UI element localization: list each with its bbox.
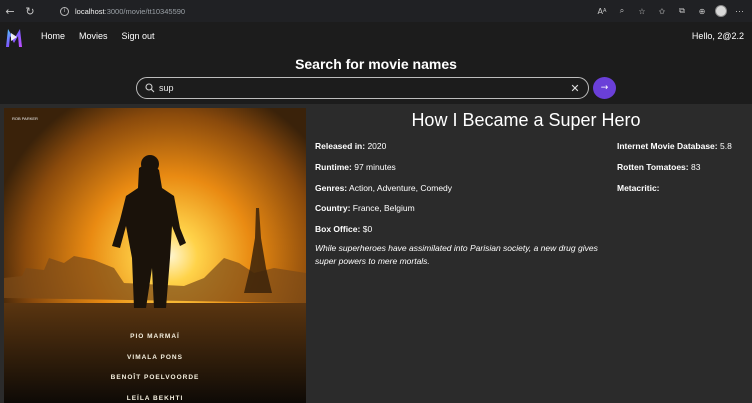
country-row: Country: France, Belgium (315, 203, 615, 213)
poster-tagline: ROB PARKER (12, 116, 38, 121)
info-icon[interactable]: i (60, 6, 69, 16)
box-office-row: Box Office: $0 (315, 224, 615, 234)
app-header: Home Movies Sign out Hello, 2@2.2 Search… (0, 22, 752, 104)
poster-credit: LEÏLA BEKHTI (126, 395, 184, 402)
extensions-icon[interactable]: ⊕ (695, 4, 709, 18)
favorites-icon[interactable]: ✩ (655, 4, 669, 18)
movie-details-section: ROB PARKER PIO MARMAÏ VIMALA PONS BENOÎT… (0, 104, 752, 403)
search-icon (145, 83, 155, 93)
arrow-right-icon: → (600, 83, 609, 93)
genres-row: Genres: Action, Adventure, Comedy (315, 183, 615, 193)
poster-credit: PIO MARMAÏ (130, 333, 180, 340)
movie-title: How I Became a Super Hero (411, 110, 641, 130)
zoom-icon[interactable]: ⌕ (615, 4, 629, 18)
movie-poster: ROB PARKER PIO MARMAÏ VIMALA PONS BENOÎT… (4, 108, 306, 403)
imdb-row: Internet Movie Database: 5.8 (617, 141, 752, 151)
nav-movies[interactable]: Movies (79, 31, 108, 41)
search-input[interactable] (155, 83, 568, 93)
box-office-value: $0 (362, 224, 373, 235)
rotten-tomatoes-row: Rotten Tomatoes: 83 (617, 162, 752, 172)
url-host: localhost (75, 6, 105, 16)
released-value: 2020 (367, 141, 387, 151)
reload-icon[interactable]: ↻ (20, 0, 40, 22)
app-logo-icon[interactable] (4, 27, 24, 49)
box-office-label: Box Office: (315, 224, 361, 235)
more-icon[interactable]: ··· (735, 6, 744, 16)
country-value: France, Belgium (352, 203, 415, 214)
rotten-tomatoes-value: 83 (691, 161, 701, 172)
collections-icon[interactable]: ⧉ (675, 4, 689, 18)
released-label: Released in: (315, 141, 366, 151)
runtime-value: 97 minutes (354, 161, 396, 172)
read-aloud-icon[interactable]: AA (595, 4, 609, 18)
nav-sign-out[interactable]: Sign out (122, 31, 155, 41)
movie-info: Released in: 2020 Runtime: 97 minutes Ge… (315, 141, 615, 279)
imdb-value: 5.8 (720, 141, 732, 151)
back-icon[interactable]: ← (0, 0, 20, 22)
released-row: Released in: 2020 (315, 141, 615, 151)
favorite-add-icon[interactable]: ☆ (635, 4, 649, 18)
imdb-label: Internet Movie Database: (617, 141, 718, 151)
clear-search-icon[interactable]: ✕ (568, 82, 582, 95)
rotten-tomatoes-label: Rotten Tomatoes: (617, 161, 689, 172)
url-path: :3000/movie/tt10345590 (104, 6, 186, 16)
genres-value: Action, Adventure, Comedy (349, 182, 453, 193)
country-label: Country: (315, 203, 351, 214)
metacritic-label: Metacritic: (617, 182, 660, 193)
runtime-row: Runtime: 97 minutes (315, 162, 615, 172)
poster-credit: BENOÎT POELVOORDE (110, 374, 200, 381)
metacritic-row: Metacritic: (617, 183, 752, 193)
user-greeting: Hello, 2@2.2 (691, 31, 744, 41)
poster-credit: VIMALA PONS (127, 354, 183, 361)
browser-toolbar: ← ↻ i localhost:3000/movie/tt10345590 AA… (0, 0, 752, 22)
search-title: Search for movie names (295, 56, 457, 72)
ratings: Internet Movie Database: 5.8 Rotten Toma… (617, 141, 752, 203)
movie-plot: While superheroes have assimilated into … (315, 242, 598, 266)
runtime-label: Runtime: (315, 161, 352, 172)
genres-label: Genres: (315, 182, 348, 193)
search-box: ✕ (136, 77, 589, 99)
search-submit-button[interactable]: → (593, 77, 616, 99)
profile-avatar[interactable] (715, 5, 727, 17)
address-bar[interactable]: i localhost:3000/movie/tt10345590 (60, 3, 550, 19)
nav-home[interactable]: Home (41, 31, 65, 41)
